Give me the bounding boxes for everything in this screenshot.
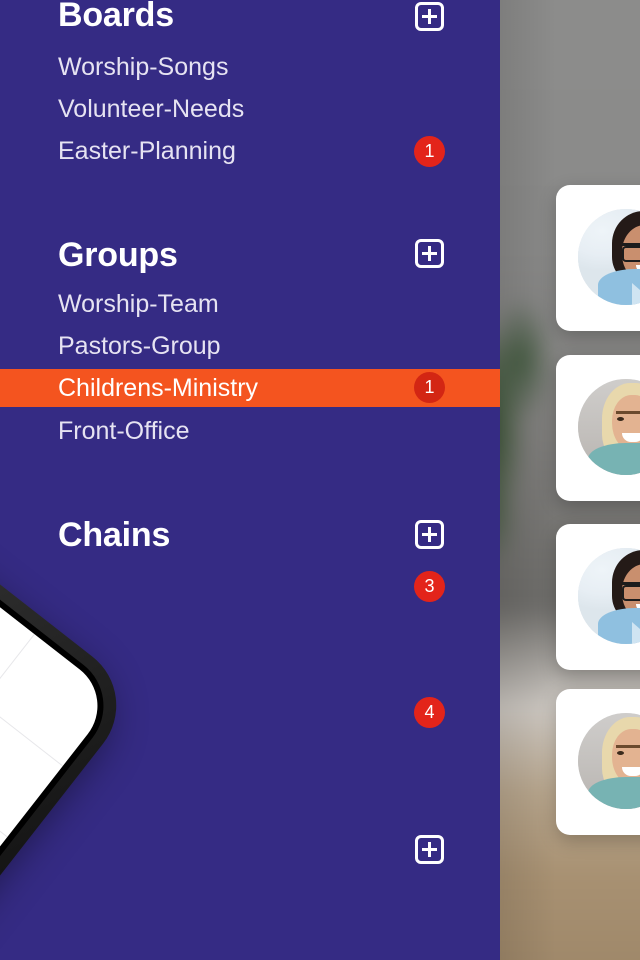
person-card[interactable] [556,524,640,670]
add-item-button[interactable] [415,835,444,864]
unread-badge: 1 [414,136,445,167]
unread-badge: 4 [414,697,445,728]
sidebar-item-worship-songs[interactable]: Worship-Songs [0,48,500,86]
sidebar-item-label: Front-Office [58,417,190,445]
app-screenshot: Boards Worship-Songs Volunteer-Needs Eas… [0,0,640,960]
add-chain-button[interactable] [415,520,444,549]
avatar [578,713,640,809]
sidebar-item-volunteer-needs[interactable]: Volunteer-Needs [0,90,500,128]
sidebar-item-label: Childrens-Ministry [58,374,259,402]
person-card[interactable] [556,355,640,501]
unread-badge: 3 [414,571,445,602]
sidebar-item-label: Easter-Planning [58,137,236,165]
sidebar: Boards Worship-Songs Volunteer-Needs Eas… [0,0,500,960]
sidebar-item-chain-1[interactable]: 3 [0,567,500,605]
avatar [578,548,640,644]
section-header-boards: Boards [58,0,174,34]
avatar-woman-blonde-icon [578,713,640,809]
add-group-button[interactable] [415,239,444,268]
person-card[interactable] [556,689,640,835]
avatar-woman-blonde-icon [578,379,640,475]
sidebar-item-pastors-group[interactable]: Pastors-Group [0,327,500,365]
avatar-woman-glasses-icon [578,209,640,305]
sidebar-item-easter-planning[interactable]: Easter-Planning 1 [0,132,500,170]
sidebar-item-front-office[interactable]: Front-Office [0,412,500,450]
avatar-woman-glasses-icon [578,548,640,644]
section-header-groups: Groups [58,236,178,274]
sidebar-item-label: Pastors-Group [58,332,221,360]
sidebar-item-worship-team[interactable]: Worship-Team [0,285,500,323]
add-board-button[interactable] [415,2,444,31]
sidebar-item-label: Worship-Songs [58,53,229,81]
unread-badge: 1 [414,372,445,403]
avatar [578,379,640,475]
person-card[interactable] [556,185,640,331]
sidebar-item-label: Volunteer-Needs [58,95,245,123]
section-header-chains: Chains [58,516,171,554]
sidebar-item-label: Worship-Team [58,290,219,318]
people-panel [500,0,640,960]
avatar [578,209,640,305]
sidebar-item-childrens-ministry[interactable]: Childrens-Ministry 1 [0,369,500,407]
